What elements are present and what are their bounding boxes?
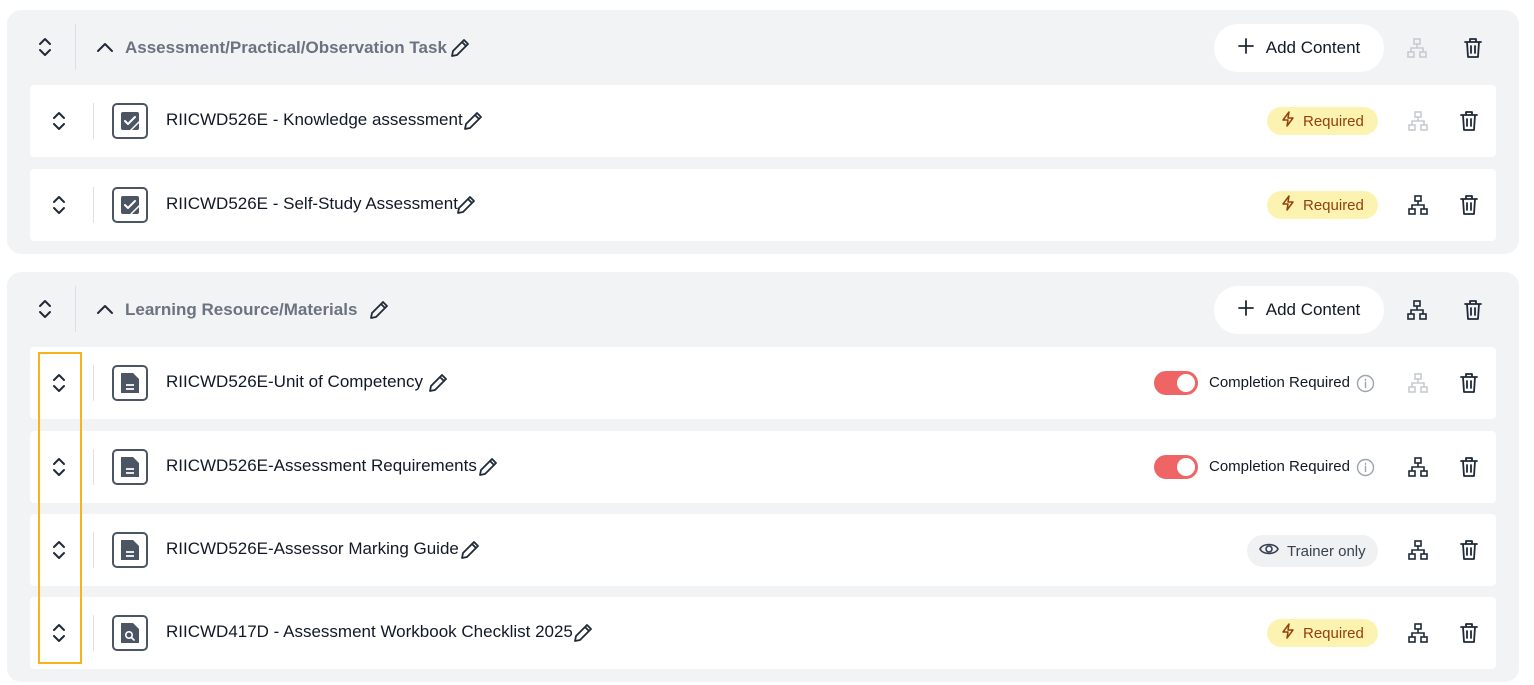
list-item: RIICWD417D - Assessment Workbook Checkli… xyxy=(30,597,1496,669)
lightning-icon xyxy=(1281,623,1295,643)
assessment-icon xyxy=(112,187,148,223)
completion-label: Completion Required xyxy=(1209,458,1350,475)
pencil-icon[interactable] xyxy=(457,537,483,563)
list-item: RIICWD526E - Knowledge assessment Requir… xyxy=(30,85,1496,157)
pencil-icon[interactable] xyxy=(447,35,473,61)
list-item: RIICWD526E-Assessor Marking Guide Traine… xyxy=(30,514,1496,586)
section-title: Learning Resource/Materials xyxy=(125,300,358,319)
drag-handle-icon[interactable] xyxy=(30,289,60,329)
lightning-icon xyxy=(1281,195,1295,215)
list-item: RIICWD526E-Unit of Competency Completion… xyxy=(30,347,1496,419)
add-content-label: Add Content xyxy=(1265,38,1361,57)
divider xyxy=(75,24,76,70)
document-icon xyxy=(112,365,148,401)
divider xyxy=(93,103,94,139)
add-content-button[interactable]: Add Content xyxy=(1214,24,1384,72)
divider xyxy=(93,365,94,401)
completion-label: Completion Required xyxy=(1209,374,1350,391)
item-title: RIICWD526E-Assessor Marking Guide xyxy=(166,539,459,558)
trash-icon[interactable] xyxy=(1457,32,1489,64)
lightning-icon xyxy=(1281,111,1295,131)
item-title: RIICWD526E - Knowledge assessment xyxy=(166,110,463,129)
list-item: RIICWD526E-Assessment Requirements Compl… xyxy=(30,431,1496,503)
section-learning-resources: Learning Resource/Materials Add Content … xyxy=(7,272,1519,682)
section-header: Assessment/Practical/Observation Task Ad… xyxy=(7,10,1519,84)
completion-toggle[interactable] xyxy=(1154,455,1198,479)
list-item: RIICWD526E - Self-Study Assessment Requi… xyxy=(30,169,1496,241)
divider xyxy=(93,449,94,485)
drag-handle-icon[interactable] xyxy=(44,613,74,653)
trainer-only-badge: Trainer only xyxy=(1247,535,1378,567)
add-content-label: Add Content xyxy=(1265,300,1361,319)
trash-icon[interactable] xyxy=(1453,189,1485,221)
info-icon[interactable] xyxy=(1356,458,1375,477)
trash-icon[interactable] xyxy=(1453,617,1485,649)
drag-handle-icon[interactable] xyxy=(44,530,74,570)
trash-icon[interactable] xyxy=(1453,534,1485,566)
toggle-knob xyxy=(1177,458,1195,476)
plus-icon xyxy=(1237,299,1254,321)
hierarchy-icon[interactable] xyxy=(1402,367,1434,399)
pencil-icon[interactable] xyxy=(453,192,479,218)
pencil-icon[interactable] xyxy=(460,108,486,134)
divider xyxy=(93,532,94,568)
hierarchy-icon[interactable] xyxy=(1401,294,1433,326)
item-title: RIICWD526E-Assessment Requirements xyxy=(166,456,477,475)
document-icon xyxy=(112,532,148,568)
section-title: Assessment/Practical/Observation Task xyxy=(125,38,447,57)
hierarchy-icon[interactable] xyxy=(1402,451,1434,483)
pencil-icon[interactable] xyxy=(570,620,596,646)
chevron-up-icon[interactable] xyxy=(94,36,116,58)
drag-handle-icon[interactable] xyxy=(44,363,74,403)
trash-icon[interactable] xyxy=(1453,105,1485,137)
checklist-icon xyxy=(112,615,148,651)
pencil-icon[interactable] xyxy=(425,370,451,396)
document-icon xyxy=(112,449,148,485)
hierarchy-icon[interactable] xyxy=(1401,32,1433,64)
pencil-icon[interactable] xyxy=(475,454,501,480)
add-content-button[interactable]: Add Content xyxy=(1214,286,1384,334)
info-icon[interactable] xyxy=(1356,374,1375,393)
divider xyxy=(93,615,94,651)
eye-icon xyxy=(1259,541,1279,561)
plus-icon xyxy=(1237,37,1254,59)
trash-icon[interactable] xyxy=(1457,294,1489,326)
drag-handle-icon[interactable] xyxy=(30,27,60,67)
chevron-up-icon[interactable] xyxy=(94,298,116,320)
badge-label: Trainer only xyxy=(1287,542,1366,560)
hierarchy-icon[interactable] xyxy=(1402,617,1434,649)
hierarchy-icon[interactable] xyxy=(1402,534,1434,566)
section-header: Learning Resource/Materials Add Content xyxy=(7,272,1519,346)
required-badge: Required xyxy=(1267,191,1378,219)
toggle-knob xyxy=(1177,374,1195,392)
pencil-icon[interactable] xyxy=(366,297,392,323)
drag-handle-icon[interactable] xyxy=(44,101,74,141)
item-title: RIICWD526E-Unit of Competency xyxy=(166,372,423,391)
section-assessment: Assessment/Practical/Observation Task Ad… xyxy=(7,10,1519,254)
trash-icon[interactable] xyxy=(1453,367,1485,399)
hierarchy-icon[interactable] xyxy=(1402,105,1434,137)
hierarchy-icon[interactable] xyxy=(1402,189,1434,221)
trash-icon[interactable] xyxy=(1453,451,1485,483)
divider xyxy=(75,286,76,332)
drag-handle-icon[interactable] xyxy=(44,447,74,487)
badge-label: Required xyxy=(1303,112,1364,130)
badge-label: Required xyxy=(1303,196,1364,214)
required-badge: Required xyxy=(1267,619,1378,647)
item-title: RIICWD417D - Assessment Workbook Checkli… xyxy=(166,622,573,641)
completion-toggle[interactable] xyxy=(1154,371,1198,395)
item-title: RIICWD526E - Self-Study Assessment xyxy=(166,194,458,213)
divider xyxy=(93,187,94,223)
drag-handle-icon[interactable] xyxy=(44,185,74,225)
badge-label: Required xyxy=(1303,624,1364,642)
required-badge: Required xyxy=(1267,107,1378,135)
assessment-icon xyxy=(112,103,148,139)
